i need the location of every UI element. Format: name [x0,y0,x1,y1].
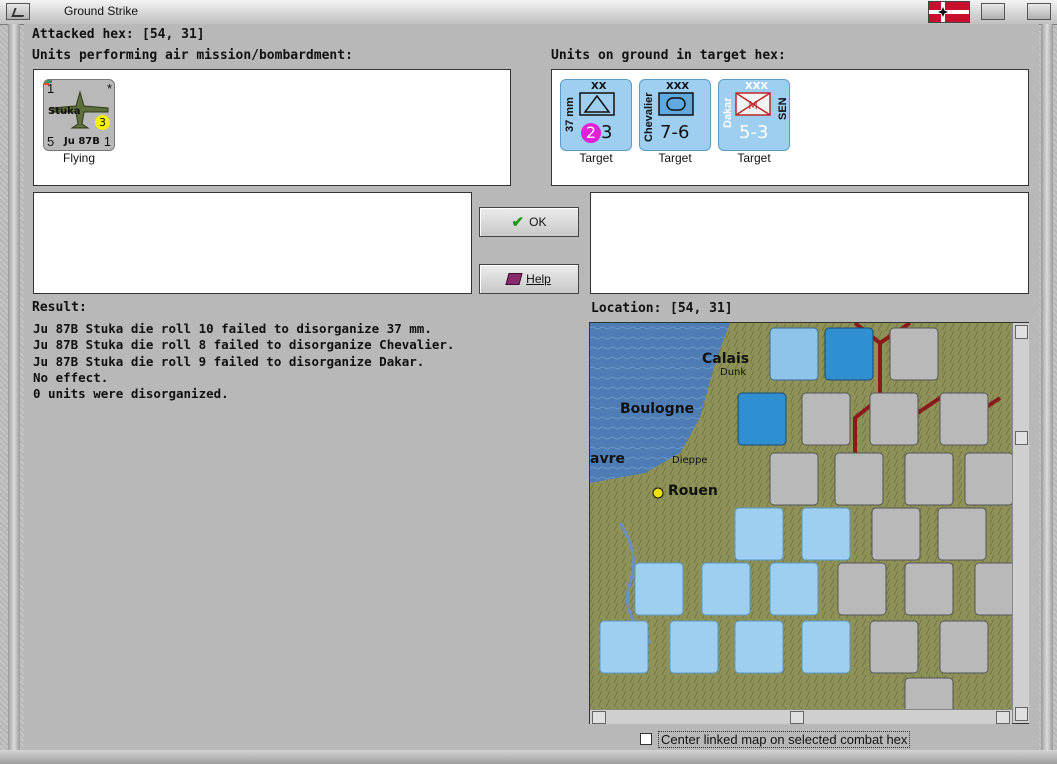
help-label: Help [526,272,551,286]
left-frame-rail [8,24,20,752]
result-log: Ju 87B Stuka die roll 10 failed to disor… [33,321,454,402]
help-button[interactable]: Help [479,264,579,294]
unit-bottom-left: 5 [47,134,55,149]
unit-size: XXX [666,81,690,92]
unit-size: XX [591,81,607,92]
air-units-label: Units performing air mission/bombardment… [32,48,353,63]
map-place-rouen: Rouen [668,483,718,499]
unit-strength: 3 [601,122,613,143]
ground-unit-caption: Target [658,151,692,165]
unit-side-label: 37 mm [564,97,576,132]
center-map-checkbox[interactable] [640,733,652,745]
unit-bottom-right: 1 [103,134,111,149]
unit-strength: 5-3 [739,122,769,143]
title-bar: Ground Strike [0,0,1057,25]
map-place-dunk: Dunk [720,367,746,378]
strength-circle: 2 [581,123,601,143]
map-canvas: Calais Boulogne Rouen Dieppe Dunk avre [590,323,1028,723]
mountain-infantry-symbol-icon: M [735,92,771,116]
ground-unit-caption: Target [579,151,613,165]
map-place-havre: avre [590,451,625,467]
result-line: Ju 87B Stuka die roll 9 failed to disorg… [33,353,425,369]
map-place-boulogne: Boulogne [620,401,694,417]
attacker-info-panel [33,192,472,294]
checkmark-icon: ✔ [511,214,525,231]
bottom-frame-bar [0,750,1057,764]
scroll-up-icon[interactable] [1015,325,1028,339]
artillery-symbol-icon [579,92,615,116]
right-frame-rail [1041,24,1053,752]
scroll-left-icon[interactable] [592,711,606,724]
air-units-panel: 1 * Stuka 3 5 Ju 87B 1 Flying [33,69,511,186]
result-line: Ju 87B Stuka die roll 8 failed to disorg… [33,337,455,353]
unit-size: XXX [745,81,769,92]
scroll-thumb[interactable] [1015,431,1028,445]
location-label: Location: [591,301,662,316]
ok-label: OK [529,215,547,229]
result-line: No effect. [33,369,109,385]
ground-unit-37mm[interactable]: XX 37 mm 2 3 [560,79,632,151]
unit-side-label: Dakar [722,97,734,128]
location-value: [54, 31] [670,301,733,316]
defender-info-panel [590,192,1029,294]
window-title: Ground Strike [64,4,139,18]
ground-units-label: Units on ground in target hex: [551,48,786,63]
ground-units-panel: XX 37 mm 2 3 Target XXX Chevalier 7-6 Ta… [551,69,1029,186]
book-icon [505,273,523,285]
scroll-right-icon[interactable] [996,711,1010,724]
result-line: 0 units were disorganized. [33,386,229,402]
ground-unit-chevalier[interactable]: XXX Chevalier 7-6 [639,79,711,151]
hex-map-view[interactable]: Calais Boulogne Rouen Dieppe Dunk avre [589,322,1029,724]
ok-button[interactable]: ✔ OK [479,207,579,237]
svg-text:M: M [748,99,758,112]
air-unit-counter[interactable]: 1 * Stuka 3 5 Ju 87B 1 [43,79,115,151]
unit-name: Stuka [48,106,81,117]
unit-type: Ju 87B [64,136,100,147]
result-label: Result: [32,300,87,315]
unit-badge: 3 [95,115,110,130]
center-map-label[interactable]: Center linked map on selected combat hex [658,731,911,748]
ground-unit-caption: Target [737,151,771,165]
map-place-calais: Calais [702,351,749,367]
system-menu-button[interactable] [6,3,30,20]
attacked-hex-label: Attacked hex: [32,27,134,42]
unit-right-label: SEN [777,97,789,120]
close-button[interactable] [1027,3,1051,20]
map-place-dieppe: Dieppe [672,455,707,466]
air-unit-caption: Flying [62,151,95,165]
map-vertical-scrollbar[interactable] [1012,323,1029,723]
arrow-icon [11,8,27,17]
german-flag-icon [928,1,970,23]
attacked-hex-value: [54, 31] [142,27,205,42]
scroll-down-icon[interactable] [1015,707,1028,721]
unit-strength: 7-6 [660,122,690,143]
ground-unit-dakar[interactable]: XXX Dakar SEN M 5-3 [718,79,790,151]
result-line: Ju 87B Stuka die roll 10 failed to disor… [33,321,432,336]
dialog-body: Attacked hex: [54, 31] Units performing … [24,24,1039,750]
map-horizontal-scrollbar[interactable] [590,709,1012,724]
scroll-thumb[interactable] [790,711,804,724]
minimize-button[interactable] [981,3,1005,20]
armor-symbol-icon [658,92,694,116]
unit-side-label: Chevalier [643,92,655,142]
